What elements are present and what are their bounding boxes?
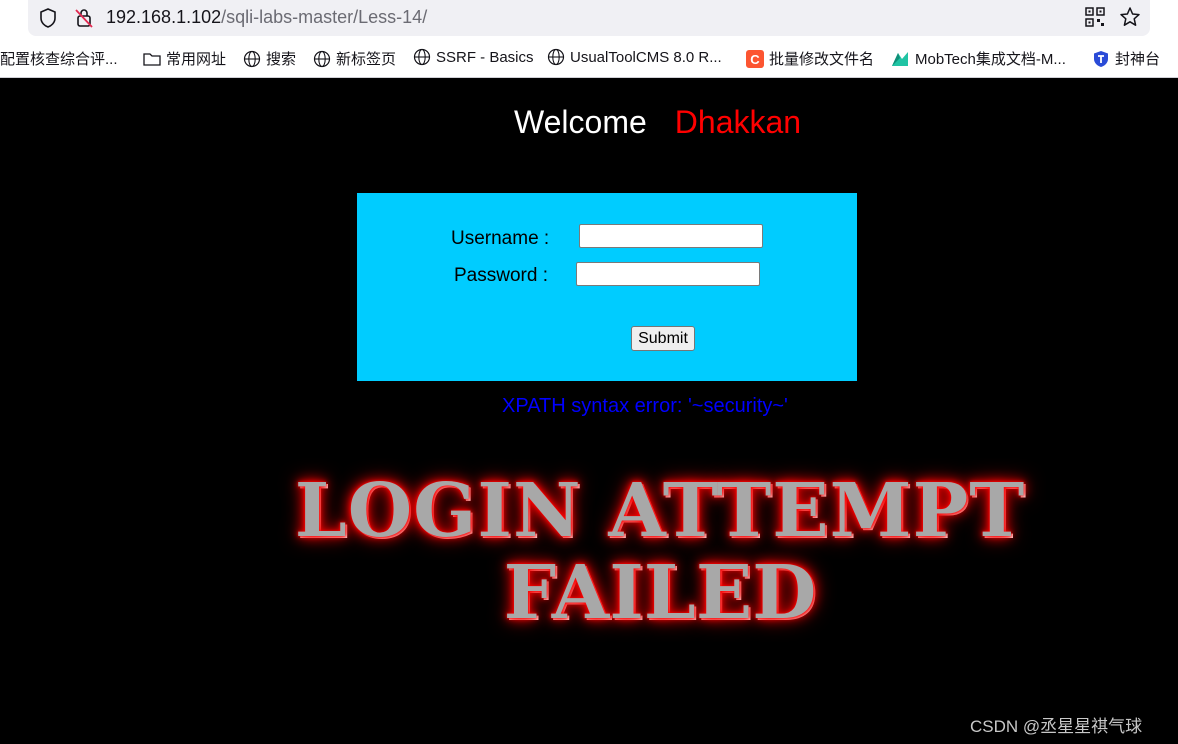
bookmark-label: 批量修改文件名 <box>769 51 875 68</box>
password-input[interactable] <box>576 262 760 286</box>
bookmark-item[interactable]: MobTech集成文档-M... <box>890 48 1066 69</box>
bookmark-folder[interactable]: 常用网址 <box>143 48 226 69</box>
welcome-heading: Welcome Dhakkan <box>514 104 801 141</box>
login-form <box>357 193 857 381</box>
username-label: Username : <box>451 228 550 249</box>
bookmark-item[interactable]: C 批量修改文件名 <box>746 48 874 69</box>
url-text[interactable]: 192.168.1.102/sqli-labs-master/Less-14/ <box>106 7 427 28</box>
welcome-label: Welcome <box>514 104 647 140</box>
error-message: XPATH syntax error: '~security~' <box>502 395 788 417</box>
bookmark-label: UsualToolCMS 8.0 R... <box>570 48 722 66</box>
insecure-lock-icon[interactable] <box>74 7 94 29</box>
welcome-name: Dhakkan <box>674 104 802 140</box>
mobtech-icon <box>892 51 908 66</box>
url-path: /sqli-labs-master/Less-14/ <box>221 7 428 27</box>
folder-icon <box>143 52 161 66</box>
bookmark-label: 封神台 <box>1115 51 1161 68</box>
bookmark-label: 搜索 <box>266 51 297 68</box>
watermark: CSDN @丞星星祺气球 <box>970 717 1143 736</box>
login-failed-banner: LOGIN ATTEMPT FAILED <box>200 470 1120 634</box>
failure-line-2: FAILED <box>503 550 817 636</box>
bookmark-label: MobTech集成文档-M... <box>915 51 1066 68</box>
bookmark-item[interactable]: UsualToolCMS 8.0 R... <box>547 48 722 66</box>
failure-line-1: LOGIN ATTEMPT <box>294 468 1026 554</box>
globe-icon <box>547 48 565 66</box>
submit-button[interactable]: Submit <box>631 326 695 351</box>
bookmark-label: 配置核查综合评... <box>0 51 118 68</box>
bookmark-item[interactable]: SSRF - Basics <box>413 48 534 66</box>
shield-logo-icon <box>1094 50 1108 67</box>
shield-icon[interactable] <box>38 7 58 29</box>
globe-icon <box>243 50 261 67</box>
bookmarks-toolbar: 配置核查综合评... 常用网址 搜索 新标签页 SSRF - Basics Us… <box>0 44 1178 74</box>
bookmark-label: 新标签页 <box>336 51 397 68</box>
csdn-icon: C <box>746 49 764 68</box>
qr-code-icon[interactable] <box>1085 7 1105 27</box>
toolbar-divider <box>0 77 1178 78</box>
globe-icon <box>413 48 431 66</box>
svg-text:C: C <box>750 52 760 67</box>
bookmark-item[interactable]: 封神台 <box>1092 48 1160 69</box>
browser-chrome: 192.168.1.102/sqli-labs-master/Less-14/ … <box>0 0 1178 78</box>
bookmark-label: 常用网址 <box>166 51 227 68</box>
bookmark-item[interactable]: 新标签页 <box>313 48 396 69</box>
bookmark-item[interactable]: 配置核查综合评... <box>0 48 118 69</box>
bookmark-star-icon[interactable] <box>1119 6 1141 28</box>
globe-icon <box>313 50 331 67</box>
bookmark-item[interactable]: 搜索 <box>243 48 296 69</box>
password-label: Password : <box>454 265 548 286</box>
url-host: 192.168.1.102 <box>106 7 222 27</box>
bookmark-label: SSRF - Basics <box>436 48 534 66</box>
username-input[interactable] <box>579 224 763 248</box>
